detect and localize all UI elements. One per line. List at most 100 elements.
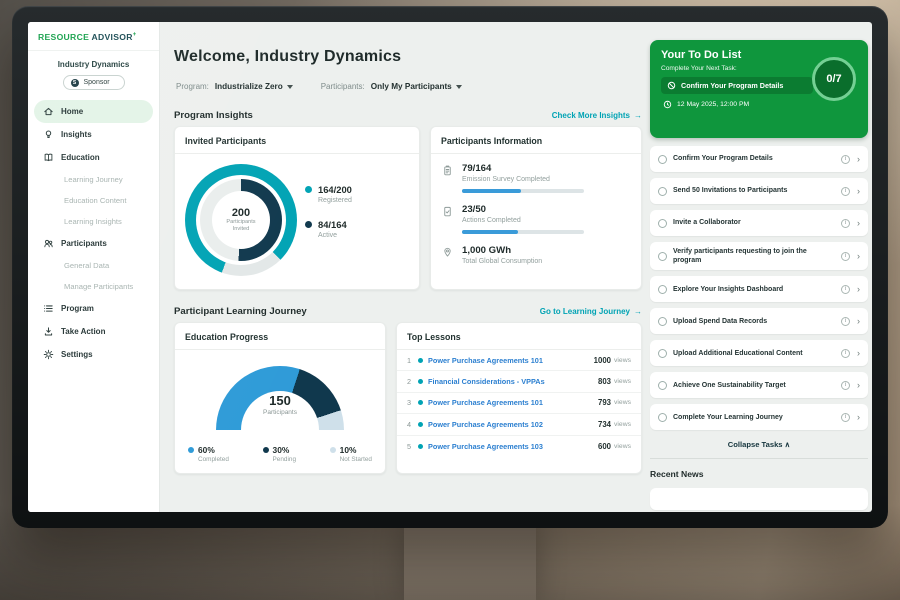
learning-cards-row: Education Progress 150 Participants 60% … (174, 322, 642, 474)
legend-dot (188, 447, 194, 453)
lesson-link[interactable]: Power Purchase Agreements 101 (428, 356, 594, 365)
legend-dot (305, 221, 312, 228)
gauge-legend: 60% Completed 30% Pending 10% Not Star (175, 430, 385, 463)
info-icon[interactable]: i (841, 349, 850, 358)
learning-journey-header: Participant Learning Journey Go to Learn… (174, 306, 642, 317)
info-icon[interactable]: i (841, 381, 850, 390)
gear-icon (42, 349, 54, 361)
todo-task-list: Confirm Your Program Details i › Send 50… (650, 146, 868, 510)
task-row-upload-spend-data[interactable]: Upload Spend Data Records i › (650, 308, 868, 334)
info-icon[interactable]: i (841, 187, 850, 196)
lesson-link[interactable]: Power Purchase Agreements 101 (428, 398, 598, 407)
checkbox-circle-icon[interactable] (658, 381, 667, 390)
donut-legend: 164/200 Registered 84/164 Active (305, 184, 352, 276)
recent-news-card[interactable] (650, 488, 868, 510)
lesson-link[interactable]: Financial Considerations - VPPAs (428, 377, 598, 386)
sidebar-item-take-action[interactable]: Take Action (34, 320, 153, 343)
todo-progress-ring: 0/7 (812, 57, 856, 101)
chevron-right-icon: › (857, 187, 860, 196)
stat-actions-completed: 23/50 Actions Completed (431, 195, 641, 236)
stat-emission-survey: 79/164 Emission Survey Completed (431, 154, 641, 195)
legend-item-completed: 60% Completed (188, 445, 229, 463)
sidebar-item-label: Take Action (61, 327, 105, 336)
chevron-right-icon: › (857, 317, 860, 326)
checkbox-circle-icon[interactable] (658, 285, 667, 294)
sidebar-item-general-data[interactable]: General Data (34, 255, 153, 276)
progress-track (462, 189, 584, 193)
check-more-insights-link[interactable]: Check More Insights → (552, 111, 642, 120)
sidebar-item-participants[interactable]: Participants (34, 232, 153, 255)
checkbox-circle-icon[interactable] (658, 252, 667, 261)
checkbox-circle-icon[interactable] (658, 155, 667, 164)
info-icon[interactable]: i (841, 285, 850, 294)
checkbox-circle-icon[interactable] (658, 317, 667, 326)
lesson-bullet (418, 379, 423, 384)
go-to-learning-journey-link[interactable]: Go to Learning Journey → (540, 307, 642, 316)
collapse-tasks-button[interactable]: Collapse Tasks ∧ (650, 436, 868, 451)
program-insights-header: Program Insights Check More Insights → (174, 110, 642, 121)
todo-next-task[interactable]: Confirm Your Program Details (661, 77, 813, 94)
task-row-complete-learning-journey[interactable]: Complete Your Learning Journey i › (650, 404, 868, 430)
info-icon[interactable]: i (841, 413, 850, 422)
sidebar-item-education[interactable]: Education (34, 146, 153, 169)
info-icon[interactable]: i (841, 219, 850, 228)
sidebar-item-education-content[interactable]: Education Content (34, 190, 153, 211)
task-row-verify-participants[interactable]: Verify participants requesting to join t… (650, 242, 868, 270)
brand-plus: + (133, 32, 137, 38)
no-entry-icon (667, 81, 676, 90)
chevron-down-icon (456, 85, 462, 89)
recent-news-title: Recent News (650, 467, 868, 482)
program-dropdown[interactable]: Program: Industrialize Zero (176, 82, 293, 91)
lesson-link[interactable]: Power Purchase Agreements 103 (428, 442, 598, 451)
brand-advisor: ADVISOR (91, 32, 132, 42)
checkbox-circle-icon[interactable] (658, 349, 667, 358)
info-icon[interactable]: i (841, 155, 850, 164)
task-row-invite-collaborator[interactable]: Invite a Collaborator i › (650, 210, 868, 236)
lesson-row: 1 Power Purchase Agreements 101 1000 vie… (397, 350, 641, 371)
task-row-achieve-target[interactable]: Achieve One Sustainability Target i › (650, 372, 868, 398)
card-title: Top Lessons (397, 323, 641, 350)
sidebar-item-learning-journey[interactable]: Learning Journey (34, 169, 153, 190)
monitor-bezel: RESOURCE ADVISOR+ Industry Dynamics S Sp… (12, 6, 888, 528)
checkbox-circle-icon[interactable] (658, 413, 667, 422)
participants-label: Participants: (321, 82, 365, 91)
app-logo: RESOURCE ADVISOR+ (28, 22, 159, 51)
task-row-upload-educational-content[interactable]: Upload Additional Educational Content i … (650, 340, 868, 366)
chevron-right-icon: › (857, 155, 860, 164)
insights-cards-row: Invited Participants 200 Participants In… (174, 126, 642, 290)
chevron-down-icon (287, 85, 293, 89)
gauge-center-value: 150 (216, 393, 344, 408)
chevron-right-icon: › (857, 252, 860, 261)
emission-survey-icon (441, 164, 454, 193)
sidebar-item-manage-participants[interactable]: Manage Participants (34, 276, 153, 297)
consumption-pin-icon (441, 246, 454, 265)
task-row-confirm-program[interactable]: Confirm Your Program Details i › (650, 146, 868, 172)
legend-item-registered: 164/200 Registered (305, 184, 352, 204)
top-lessons-card: Top Lessons 1 Power Purchase Agreements … (396, 322, 642, 474)
arrow-right-icon: → (634, 307, 642, 316)
sidebar-item-settings[interactable]: Settings (34, 343, 153, 366)
task-row-explore-insights[interactable]: Explore Your Insights Dashboard i › (650, 276, 868, 302)
sidebar-item-insights[interactable]: Insights (34, 123, 153, 146)
info-icon[interactable]: i (841, 252, 850, 261)
stat-global-consumption: 1,000 GWh Total Global Consumption (431, 236, 641, 267)
info-icon[interactable]: i (841, 317, 850, 326)
gauge-center-label: Participants (216, 409, 344, 416)
checkbox-circle-icon[interactable] (658, 187, 667, 196)
checkbox-circle-icon[interactable] (658, 219, 667, 228)
task-row-send-invitations[interactable]: Send 50 Invitations to Participants i › (650, 178, 868, 204)
sidebar-item-home[interactable]: Home (34, 100, 153, 123)
lesson-bullet (418, 358, 423, 363)
donut-center: 200 Participants Invited (212, 191, 270, 249)
sidebar-item-program[interactable]: Program (34, 297, 153, 320)
participants-dropdown[interactable]: Participants: Only My Participants (321, 82, 462, 91)
org-name: Industry Dynamics (28, 51, 159, 72)
home-icon (42, 106, 54, 118)
lesson-link[interactable]: Power Purchase Agreements 102 (428, 420, 598, 429)
divider (650, 458, 868, 459)
sidebar-item-label: Settings (61, 350, 93, 359)
clock-icon (663, 100, 672, 109)
sidebar-item-learning-insights[interactable]: Learning Insights (34, 211, 153, 232)
legend-item-not-started: 10% Not Started (330, 445, 372, 463)
sponsor-badge: S Sponsor (63, 75, 125, 90)
